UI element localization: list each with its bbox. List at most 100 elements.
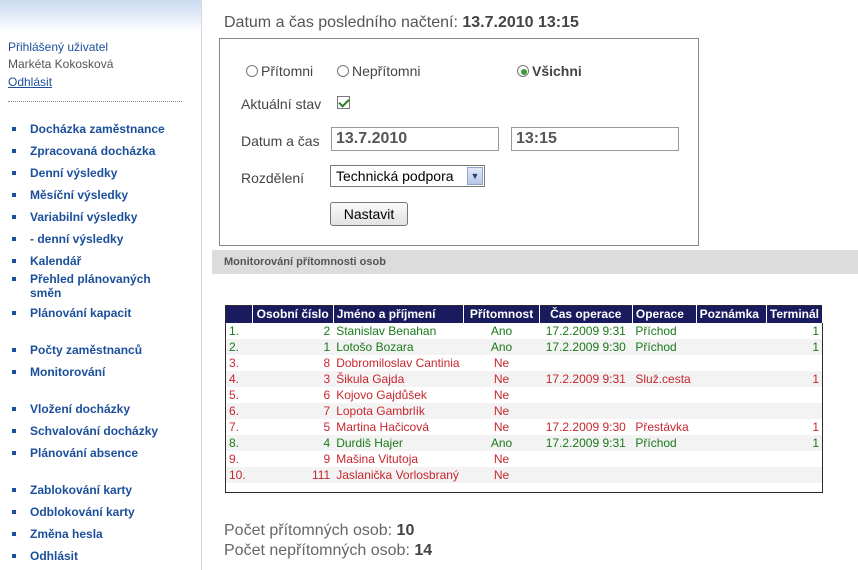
col-header-note[interactable]: Poznámka (696, 305, 767, 323)
section-bar: Monitorování přítomnosti osob (212, 250, 858, 274)
chevron-down-icon: ▼ (467, 167, 483, 185)
cell-terminal: 1 (766, 370, 823, 387)
radio-all-label: Všichni (532, 63, 582, 79)
sidebar-item[interactable]: Počty zaměstnanců (12, 343, 182, 357)
cell-operation (632, 466, 697, 483)
sidebar-item[interactable]: Vložení docházky (12, 402, 182, 416)
table-spacer-row (226, 483, 823, 493)
cell-name: Kojovo Gajdůšek (336, 387, 427, 402)
time-field[interactable] (511, 127, 679, 151)
bullet-icon (12, 193, 16, 197)
cell-terminal: 1 (766, 338, 823, 355)
sidebar-item-label: Plánování absence (30, 446, 139, 460)
last-load-line: Datum a čas posledního načtení: 13.7.201… (224, 14, 579, 32)
summary-present-value: 10 (396, 522, 415, 539)
cell-time (539, 355, 632, 371)
sidebar-item-label: Zpracovaná docházka (30, 144, 156, 158)
bullet-icon (12, 171, 16, 175)
cell-time (539, 387, 632, 403)
cell-no: 9. (229, 451, 240, 466)
cell-id: 111 (252, 466, 334, 483)
table-row[interactable]: 3. 8 Dobromiloslav Cantinia Ne (226, 355, 823, 371)
table-row[interactable]: 10. 111 Jaslanička Vorlosbraný Ne (225, 466, 823, 483)
sidebar-item[interactable]: Odhlásit (12, 549, 182, 563)
sidebar-item[interactable]: Schvalování docházky (12, 424, 182, 438)
summary-absent-value: 14 (414, 542, 433, 559)
cell-note (696, 370, 767, 387)
sidebar: Přihlášený uživatel Markéta Kokosková Od… (0, 0, 202, 570)
col-header-name[interactable]: Jméno a příjmení (333, 305, 465, 323)
current-state-checkbox[interactable] (337, 96, 350, 109)
user-logout-link[interactable]: Odhlásit (8, 75, 113, 89)
radio-absent-label: Nepřítomni (352, 63, 421, 79)
sidebar-item-label: Počty zaměstnanců (30, 343, 143, 357)
sidebar-item[interactable]: Denní výsledky (12, 166, 182, 180)
col-header-operation[interactable]: Operace (632, 305, 697, 323)
table-row[interactable]: 2. 1 Lotošo Bozara Ano 17.2.2009 9:30 Příchod… (225, 338, 823, 355)
table-row[interactable]: 7. 5 Martina Hačicová Ne 17.2.2009 9:30 Přest… (226, 419, 823, 435)
sidebar-item[interactable]: Kalendář (12, 254, 182, 268)
sidebar-item[interactable]: Docházka zaměstnance (12, 122, 182, 136)
radio-present[interactable]: Přítomni (246, 63, 313, 79)
cell-no: 6. (225, 402, 253, 419)
bullet-icon (12, 488, 16, 492)
cell-terminal (766, 466, 823, 483)
set-button[interactable]: Nastavit (330, 202, 408, 226)
presence-table: Osobní číslo Jméno a příjmení Přítomnost… (225, 305, 824, 493)
sidebar-item[interactable]: Plánování kapacit (12, 306, 182, 320)
sidebar-item[interactable]: Zpracovaná docházka (12, 144, 182, 158)
col-header-terminal[interactable]: Terminál (766, 305, 824, 323)
col-header-no[interactable] (225, 305, 253, 323)
sidebar-item[interactable]: Zablokování karty (12, 483, 182, 497)
bullet-icon (12, 370, 16, 374)
bullet-icon (12, 259, 16, 263)
table-row[interactable]: 9. 9 Mašina Vitutoja Ne (226, 451, 823, 467)
cell-presence: Ano (490, 323, 513, 338)
cell-id: 2 (323, 323, 331, 338)
cell-name: Šikula Gajda (333, 370, 464, 387)
radio-absent[interactable]: Nepřítomni (337, 63, 420, 79)
col-header-id[interactable]: Osobní číslo (252, 305, 334, 323)
user-heading: Přihlášený uživatel (8, 40, 109, 54)
sidebar-item-label: Přehled plánovaných směn (30, 272, 151, 300)
cell-time: 17.2.2009 9:31 (539, 370, 633, 387)
table-row[interactable]: 6. 7 Lopota Gambrlík Ne (225, 402, 823, 419)
sidebar-item[interactable]: Měsíční výsledky (12, 188, 182, 202)
bullet-icon (12, 510, 16, 514)
sidebar-item[interactable]: Monitorování (12, 365, 182, 379)
col-header-presence[interactable]: Přítomnost (463, 305, 540, 323)
sidebar-item-label: Odhlásit (30, 549, 79, 563)
sidebar-item[interactable]: Plánování absence (12, 446, 182, 460)
cell-time: 17.2.2009 9:30 (539, 338, 633, 355)
table-row[interactable]: 5. 6 Kojovo Gajdůšek Ne (226, 387, 823, 403)
cell-terminal (766, 402, 823, 419)
cell-presence: Ne (493, 387, 510, 402)
bullet-icon (12, 451, 16, 455)
bullet-icon (12, 149, 16, 153)
sidebar-item-label: Denní výsledky (30, 166, 118, 180)
sidebar-item[interactable]: Variabilní výsledky (12, 210, 182, 224)
date-field[interactable] (331, 127, 499, 151)
cell-note (696, 387, 766, 403)
sidebar-item-label: Plánování kapacit (30, 306, 132, 320)
sidebar-item[interactable]: Odblokování karty (12, 505, 182, 519)
summary-absent: Počet nepřítomných osob: 14 (224, 541, 432, 561)
user-block: Přihlášený uživatel Markéta Kokosková Od… (8, 40, 113, 89)
table-row[interactable]: 8. 4 Durdiš Hajer Ano 17.2.2009 9:31 Příchod 1 (225, 434, 823, 451)
radio-all[interactable]: Všichni (517, 63, 582, 79)
sidebar-item[interactable]: Přehled plánovaných směn (12, 272, 182, 300)
sidebar-item-label: Schvalování docházky (30, 424, 159, 438)
radio-present-label: Přítomni (261, 63, 314, 79)
cell-note (696, 338, 767, 355)
table-row[interactable]: 1. 2 Stanislav Benahan Ano 17.2.2009 9:31 Pří… (226, 323, 823, 339)
sidebar-item[interactable]: Změna hesla (12, 527, 182, 541)
division-select[interactable]: Technická podpora ▼ (330, 165, 485, 187)
table-row[interactable]: 4. 3 Šikula Gajda Ne 17.2.2009 9:31 Služ.cest… (225, 370, 823, 387)
cell-id: 3 (252, 370, 334, 387)
bullet-icon (12, 215, 16, 219)
cell-operation: Příchod (632, 338, 697, 355)
col-header-time[interactable]: Čas operace (539, 305, 633, 323)
sidebar-divider (8, 101, 182, 102)
sidebar-item[interactable]: - denní výsledky (12, 232, 182, 246)
cell-id: 5 (323, 419, 331, 434)
